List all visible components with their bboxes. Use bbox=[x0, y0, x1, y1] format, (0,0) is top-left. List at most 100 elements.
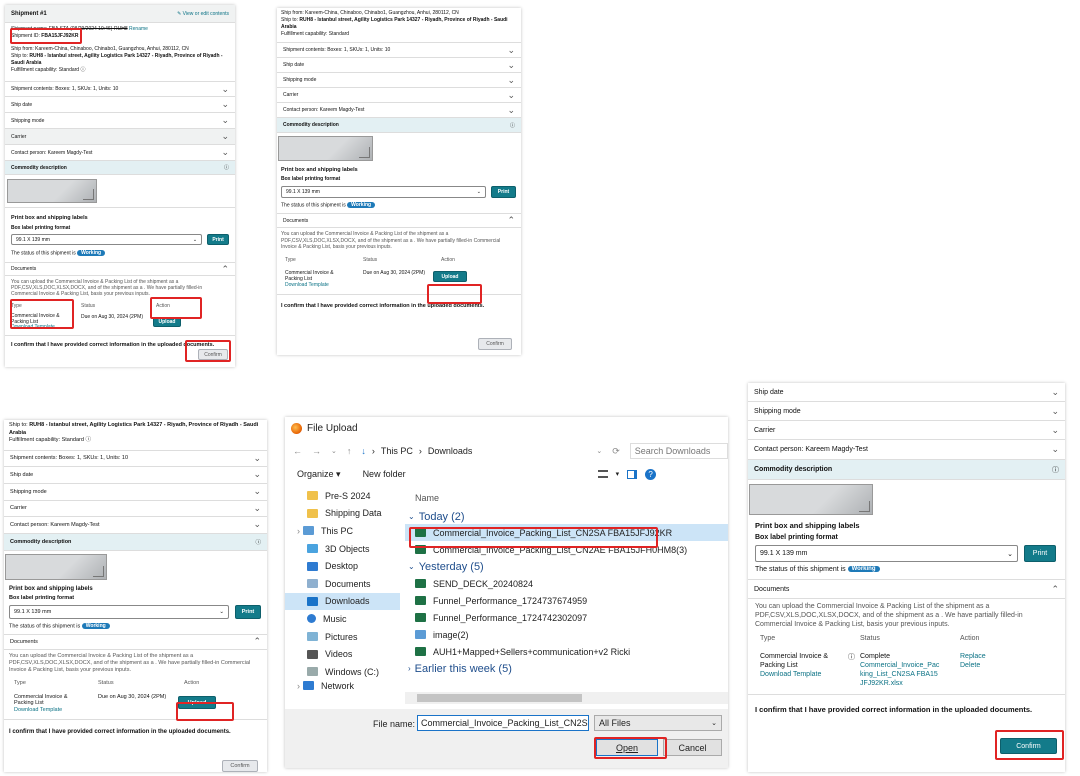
delete-link[interactable]: Delete bbox=[960, 661, 986, 670]
commodity-textarea[interactable] bbox=[5, 553, 107, 580]
documents-header[interactable]: Documents ⌃ bbox=[277, 213, 521, 229]
status-text: The status of this shipment is bbox=[281, 202, 346, 209]
video-icon bbox=[307, 649, 318, 659]
print-button[interactable]: Print bbox=[1024, 545, 1056, 562]
col-name[interactable]: Name bbox=[405, 487, 728, 509]
download-template-link[interactable]: Download Template bbox=[14, 707, 98, 714]
file-type-select[interactable]: All Files ⌄ bbox=[594, 715, 722, 731]
format-select[interactable]: 99.1 X 139 mm ⌄ bbox=[11, 234, 203, 245]
back-icon[interactable]: ← bbox=[293, 446, 302, 456]
shipping-mode-row[interactable]: Shipping mode ⌄ bbox=[5, 113, 235, 129]
ship-date-row[interactable]: Ship date ⌄ bbox=[5, 97, 235, 113]
highlight-confirm bbox=[995, 730, 1064, 760]
chevron-down-icon[interactable]: ⌄ bbox=[596, 447, 602, 455]
tree-item-windows-c[interactable]: Windows (C:) bbox=[285, 663, 400, 681]
commodity-textarea[interactable] bbox=[749, 484, 873, 515]
up-icon[interactable]: ↑ bbox=[347, 446, 352, 456]
tree-item-music[interactable]: Music bbox=[285, 610, 400, 628]
view-edit-link[interactable]: ✎ View or edit contents bbox=[177, 11, 229, 17]
tree-item-pictures[interactable]: Pictures bbox=[285, 628, 400, 646]
file-row[interactable]: image(2) bbox=[405, 626, 728, 643]
ship-date-row[interactable]: Ship date ⌄ bbox=[277, 58, 521, 73]
carrier-row[interactable]: Carrier ⌄ bbox=[277, 88, 521, 103]
chevron-down-icon: ⌄ bbox=[711, 720, 717, 727]
chevron-down-icon[interactable]: ▾ bbox=[616, 470, 620, 478]
forward-icon[interactable]: → bbox=[312, 446, 321, 456]
file-row[interactable]: Funnel_Performance_1724742302097 bbox=[405, 609, 728, 626]
tree-item-videos[interactable]: Videos bbox=[285, 645, 400, 663]
carrier-row[interactable]: Carrier ⌄ bbox=[5, 129, 235, 145]
tree-item-network[interactable]: › Network bbox=[285, 681, 400, 691]
view-list-icon[interactable] bbox=[597, 470, 608, 478]
download-template-link[interactable]: Download Template bbox=[760, 670, 848, 679]
upload-button[interactable]: Upload bbox=[433, 270, 467, 282]
ship-date-row[interactable]: Ship date ⌄ bbox=[4, 467, 267, 484]
group-yesterday[interactable]: ⌄ Yesterday (5) bbox=[405, 558, 728, 575]
organize-menu[interactable]: Organize ▾ bbox=[297, 469, 341, 480]
cancel-button[interactable]: Cancel bbox=[663, 739, 722, 756]
group-earlier[interactable]: › Earlier this week (5) bbox=[405, 660, 728, 677]
file-row[interactable]: AUH1+Mapped+Sellers+communication+v2 Ric… bbox=[405, 643, 728, 660]
tree-item-shipping-data[interactable]: Shipping Data bbox=[285, 505, 400, 523]
documents-header[interactable]: Documents ⌃ bbox=[5, 262, 235, 277]
search-input[interactable]: Search Downloads bbox=[629, 443, 728, 459]
commodity-textarea[interactable] bbox=[7, 179, 97, 203]
path-downloads[interactable]: Downloads bbox=[428, 446, 473, 456]
uploaded-file-link[interactable]: Commercial_Invoice_Packing_List_CN2SA FB… bbox=[860, 661, 940, 688]
confirm-button[interactable]: Confirm bbox=[478, 338, 512, 350]
documents-header[interactable]: Documents ⌃ bbox=[4, 633, 267, 650]
scrollbar-thumb[interactable] bbox=[417, 694, 582, 702]
h-scrollbar[interactable] bbox=[405, 692, 728, 704]
download-icon bbox=[307, 596, 318, 606]
rename-link[interactable]: Rename bbox=[129, 26, 148, 32]
contact-row[interactable]: Contact person: Kareem Magdy-Test ⌄ bbox=[277, 103, 521, 118]
carrier-row[interactable]: Carrier ⌄ bbox=[748, 421, 1065, 440]
contact-row[interactable]: Contact person: Kareem Magdy-Test ⌄ bbox=[5, 145, 235, 161]
format-label: Box label printing format bbox=[755, 534, 838, 541]
file-row[interactable]: Funnel_Performance_1724737674959 bbox=[405, 592, 728, 609]
file-row[interactable]: SEND_DECK_20240824 bbox=[405, 575, 728, 592]
contents-row[interactable]: Shipment contents: Boxes: 1, SKUs: 1, Un… bbox=[277, 42, 521, 58]
address-bar[interactable]: ↓ › This PC › Downloads bbox=[361, 446, 516, 456]
chevron-down-icon[interactable]: ⌄ bbox=[331, 447, 337, 455]
preview-pane-icon[interactable] bbox=[627, 469, 638, 479]
group-today[interactable]: ⌄ Today (2) bbox=[405, 509, 728, 524]
ship-date-row[interactable]: Ship date ⌄ bbox=[748, 383, 1065, 402]
fulfillment: Fulfillment capability: Standard bbox=[11, 67, 80, 73]
chevron-down-icon: ⌄ bbox=[221, 83, 229, 94]
new-folder-button[interactable]: New folder bbox=[363, 469, 406, 479]
print-button[interactable]: Print bbox=[207, 234, 229, 245]
format-select[interactable]: 99.1 X 139 mm ⌄ bbox=[281, 186, 486, 198]
shipping-mode-row[interactable]: Shipping mode ⌄ bbox=[748, 402, 1065, 421]
status-badge: Working bbox=[77, 250, 106, 256]
excel-icon bbox=[415, 613, 426, 622]
format-select[interactable]: 99.1 X 139 mm ⌄ bbox=[755, 545, 1018, 562]
confirm-button[interactable]: Confirm bbox=[222, 760, 258, 772]
tree-item-desktop[interactable]: Desktop bbox=[285, 557, 400, 575]
pictures-icon bbox=[307, 632, 318, 642]
tree-item-downloads[interactable]: Downloads bbox=[285, 592, 400, 611]
replace-link[interactable]: Replace bbox=[960, 652, 986, 661]
print-button[interactable]: Print bbox=[235, 604, 261, 619]
contact-row[interactable]: Contact person: Kareem Magdy-Test ⌄ bbox=[4, 517, 267, 534]
print-button[interactable]: Print bbox=[491, 186, 516, 198]
format-select[interactable]: 99.1 X 139 mm ⌄ bbox=[9, 604, 229, 619]
contents-row[interactable]: Shipment contents: Boxes: 1, SKUs: 1, Un… bbox=[4, 449, 267, 467]
shipping-mode-row[interactable]: Shipping mode ⌄ bbox=[277, 73, 521, 88]
contents-row[interactable]: Shipment contents: Boxes: 1, SKUs: 1, Un… bbox=[5, 81, 235, 97]
download-template-link[interactable]: Download Template bbox=[285, 282, 363, 288]
tree-item-this-pc[interactable]: › This PC bbox=[285, 522, 400, 540]
carrier-row[interactable]: Carrier ⌄ bbox=[4, 501, 267, 517]
documents-header[interactable]: Documents ⌃ bbox=[748, 579, 1065, 599]
commodity-textarea[interactable] bbox=[278, 136, 373, 161]
shipping-mode-row[interactable]: Shipping mode ⌄ bbox=[4, 484, 267, 501]
refresh-icon[interactable]: ⟳ bbox=[612, 446, 620, 457]
tree-item-3d-objects[interactable]: 3D Objects bbox=[285, 540, 400, 558]
tree-item-pre-s-2024[interactable]: Pre-S 2024 bbox=[285, 487, 400, 505]
contact-row[interactable]: Contact person: Kareem Magdy-Test ⌄ bbox=[748, 440, 1065, 460]
help-icon[interactable]: ? bbox=[645, 468, 657, 480]
title-bar: File Upload bbox=[285, 417, 728, 439]
tree-item-documents[interactable]: Documents bbox=[285, 575, 400, 593]
path-this-pc[interactable]: This PC bbox=[381, 446, 413, 456]
file-name-input[interactable]: Commercial_Invoice_Packing_List_CN2S bbox=[417, 715, 589, 731]
